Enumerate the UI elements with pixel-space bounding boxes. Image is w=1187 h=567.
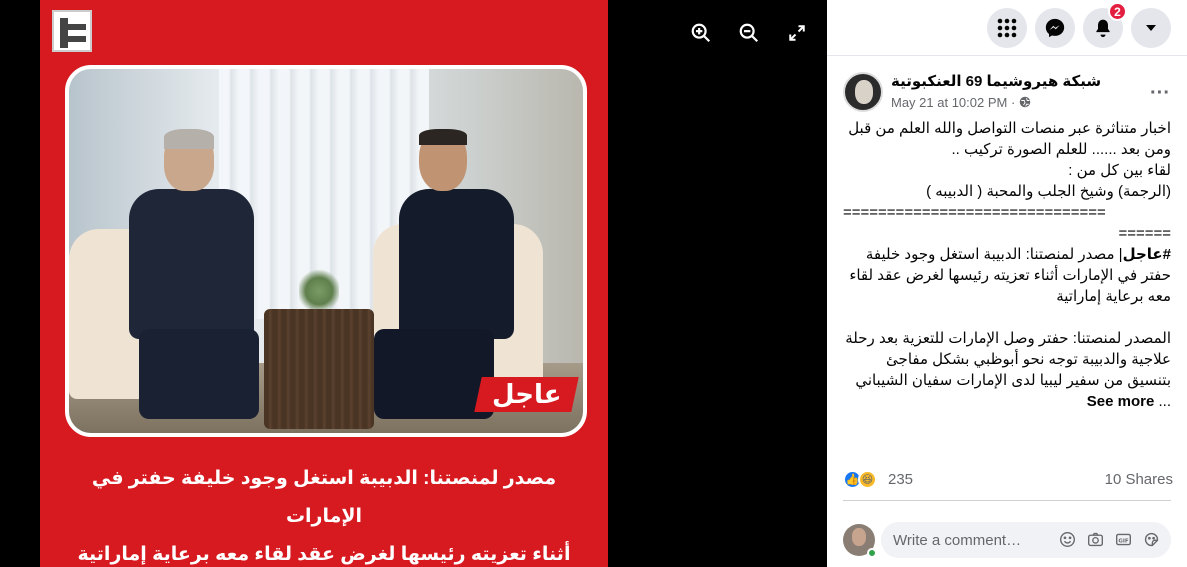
see-more-link[interactable]: See more bbox=[1087, 393, 1155, 410]
comment-input[interactable]: Write a comment… GIF bbox=[881, 522, 1171, 558]
grid-menu-icon bbox=[997, 18, 1017, 38]
post-header: شبكة هيروشيما 69 العنكبوتية May 21 at 10… bbox=[843, 70, 1173, 116]
emoji-icon bbox=[1060, 532, 1075, 547]
comment-composer: Write a comment… GIF bbox=[843, 522, 1173, 562]
photo-viewer: عاجل مصدر لمنصتنا: الدبيبة استغل وجود خل… bbox=[0, 0, 827, 567]
post-line-2: ومن بعد ...... للعلم الصورة تركيب .. bbox=[951, 141, 1172, 158]
post-line-4: (الرجمة) وشيخ الجلب والمحبة ( الدبيبه ) bbox=[926, 183, 1171, 200]
post-photo[interactable]: عاجل مصدر لمنصتنا: الدبيبة استغل وجود خل… bbox=[40, 0, 608, 567]
post-text: اخبار متناثرة عبر منصات التواصل والله ال… bbox=[843, 118, 1171, 412]
caption-line-2: أثناء تعزيته رئيسها لغرض عقد لقاء معه بر… bbox=[77, 544, 571, 565]
comment-tools: GIF bbox=[1058, 530, 1161, 549]
author-avatar[interactable] bbox=[843, 72, 883, 112]
bell-icon bbox=[1096, 19, 1110, 38]
sticker-button[interactable] bbox=[1142, 530, 1161, 549]
breaking-badge: عاجل bbox=[473, 377, 579, 412]
reaction-icons[interactable]: 👍 😆 bbox=[843, 470, 883, 490]
post-line-5: ============================== bbox=[843, 204, 1106, 221]
emoji-button[interactable] bbox=[1058, 530, 1077, 549]
globe-icon bbox=[1019, 96, 1031, 108]
menu-button[interactable] bbox=[987, 8, 1027, 48]
account-button[interactable] bbox=[1131, 8, 1171, 48]
caret-down-icon bbox=[1146, 25, 1156, 31]
post-date[interactable]: May 21 at 10:02 PM bbox=[891, 95, 1007, 110]
post-paragraph-2: المصدر لمنصتنا: حفتر وصل الإمارات للتعزي… bbox=[843, 328, 1171, 412]
post-options-button[interactable]: ··· bbox=[1147, 80, 1173, 106]
caption-line-1: مصدر لمنصتنا: الدبيبة استغل وجود خليفة ح… bbox=[91, 468, 557, 527]
photo-frame: عاجل bbox=[65, 65, 587, 437]
photo-button[interactable] bbox=[1086, 530, 1105, 549]
messenger-button[interactable] bbox=[1035, 8, 1075, 48]
gif-icon: GIF bbox=[1116, 533, 1131, 546]
divider bbox=[843, 500, 1171, 501]
fullscreen-icon bbox=[789, 25, 805, 41]
gif-button[interactable]: GIF bbox=[1114, 530, 1133, 549]
online-status-dot bbox=[867, 548, 877, 558]
haha-reaction-icon: 😆 bbox=[858, 470, 877, 489]
post-line-1: اخبار متناثرة عبر منصات التواصل والله ال… bbox=[848, 120, 1171, 137]
post-line-6: ====== bbox=[1118, 225, 1171, 242]
publisher-logo bbox=[52, 10, 92, 52]
author-name[interactable]: شبكة هيروشيما 69 العنكبوتية bbox=[891, 72, 1101, 90]
post-line-3: لقاء بين كل من : bbox=[1068, 162, 1171, 179]
notification-count-badge: 2 bbox=[1108, 2, 1127, 21]
zoom-in-icon bbox=[691, 23, 711, 43]
shares-count[interactable]: 10 Shares bbox=[1105, 471, 1173, 488]
camera-icon bbox=[1088, 532, 1103, 547]
person-left bbox=[109, 129, 259, 429]
zoom-out-icon bbox=[739, 23, 759, 43]
sticker-icon bbox=[1144, 532, 1159, 547]
notifications-button[interactable]: 2 bbox=[1083, 2, 1127, 48]
zoom-in-button[interactable] bbox=[686, 18, 716, 48]
post-paragraph-1: #عاجل| مصدر لمنصتنا: الدبيبة استغل وجود … bbox=[843, 244, 1171, 307]
hashtag-link[interactable]: #عاجل bbox=[1123, 246, 1171, 263]
reactions-bar: 👍 😆 235 10 Shares bbox=[843, 468, 1173, 492]
top-bar: 2 bbox=[827, 0, 1187, 56]
comment-placeholder: Write a comment… bbox=[893, 531, 1022, 549]
fullscreen-button[interactable] bbox=[782, 18, 812, 48]
meta-separator: · bbox=[1007, 95, 1019, 110]
post-side-panel: 2 شبكة هيروشيما 69 العنكبوتية May 21 at … bbox=[827, 0, 1187, 567]
svg-text:GIF: GIF bbox=[1118, 538, 1129, 544]
messenger-icon bbox=[1045, 18, 1065, 38]
photo-caption: مصدر لمنصتنا: الدبيبة استغل وجود خليفة ح… bbox=[58, 460, 590, 567]
photo-viewer-page: عاجل مصدر لمنصتنا: الدبيبة استغل وجود خل… bbox=[0, 0, 1187, 567]
more-dots-icon: ··· bbox=[1150, 81, 1170, 104]
zoom-out-button[interactable] bbox=[734, 18, 764, 48]
post-meta: May 21 at 10:02 PM · bbox=[891, 95, 1031, 110]
reaction-count[interactable]: 235 bbox=[888, 471, 913, 488]
